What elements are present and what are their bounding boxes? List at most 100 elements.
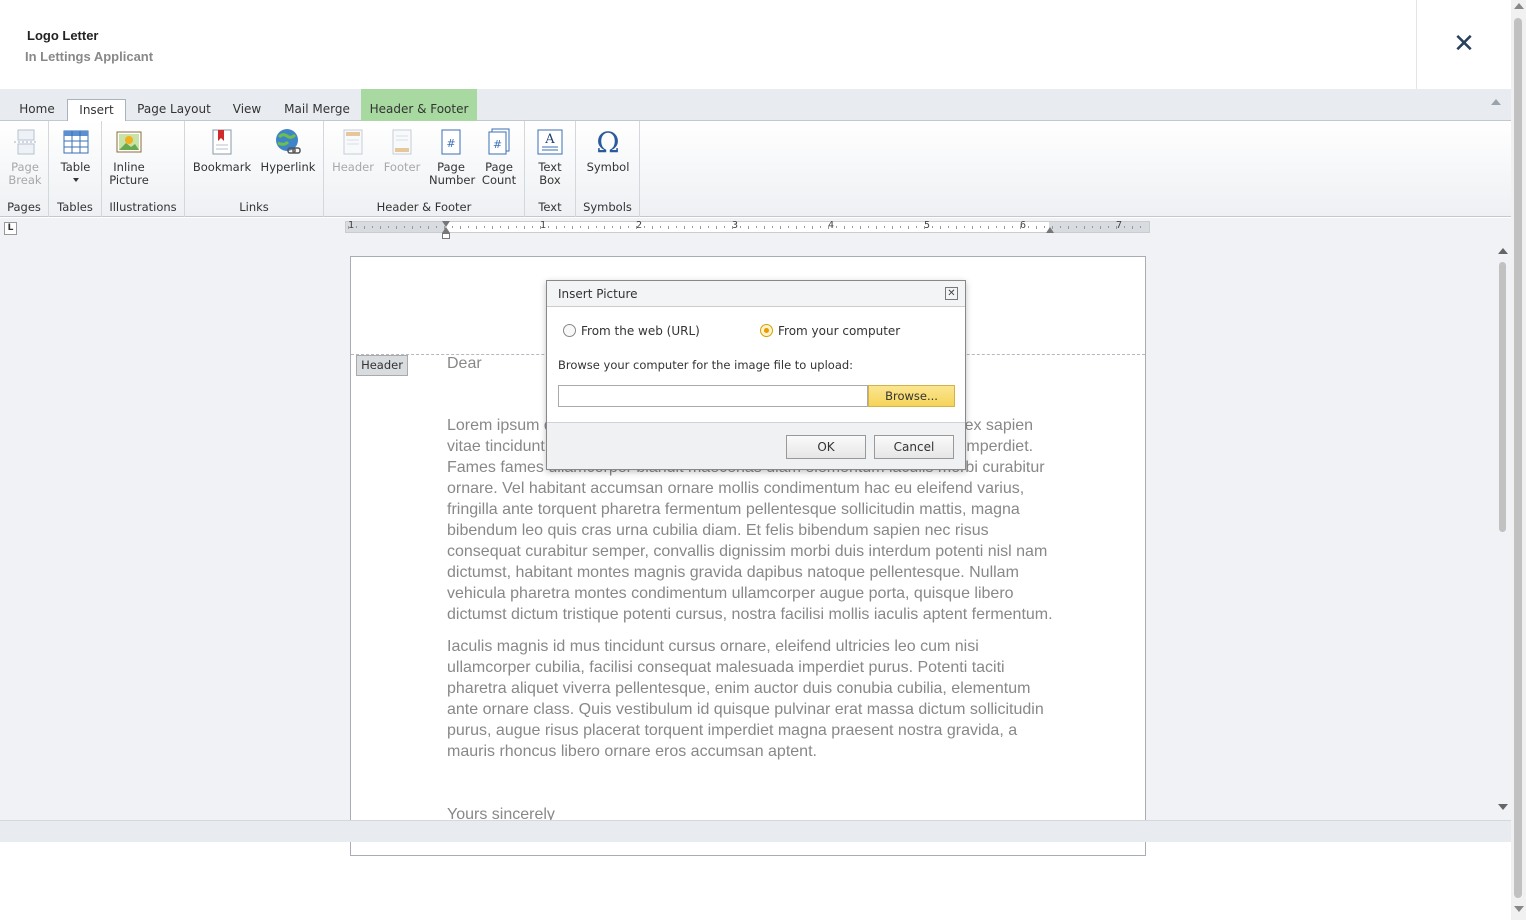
tab-view[interactable]: View [226, 99, 268, 121]
dialog-title-bar[interactable]: Insert Picture ✕ [547, 281, 965, 307]
bookmark-button[interactable]: Bookmark [192, 127, 252, 174]
ruler-tick [1004, 226, 1005, 229]
tab-mail-merge[interactable]: Mail Merge [278, 99, 356, 121]
tab-page-layout[interactable]: Page Layout [132, 99, 216, 121]
group-header-footer: Header Footer # Page Number # Page Count… [324, 121, 525, 217]
group-tables: Table Tables [49, 121, 102, 217]
ruler-tick [412, 226, 413, 229]
cancel-button[interactable]: Cancel [874, 435, 954, 459]
ruler-tick [396, 226, 397, 229]
scroll-down-icon[interactable] [1514, 906, 1524, 912]
close-icon[interactable]: ✕ [1450, 28, 1478, 60]
file-path-input[interactable] [558, 385, 868, 407]
title-bar: Logo Letter In Lettings Applicant ✕ [0, 0, 1511, 89]
ruler-tick [1020, 226, 1021, 229]
horizontal-ruler[interactable]: 1 1 2 3 4 5 6 7 [345, 220, 1150, 233]
ruler-tick [908, 226, 909, 229]
ruler-tick [1084, 226, 1085, 229]
footer-button[interactable]: Footer [378, 127, 426, 174]
ruler-tick [516, 226, 517, 228]
ruler-tick [404, 226, 405, 228]
scroll-down-icon[interactable] [1498, 804, 1508, 810]
scroll-up-icon[interactable] [1514, 3, 1524, 9]
ruler-tick [356, 226, 357, 228]
group-symbols-label: Symbols [583, 200, 632, 214]
inline-picture-button[interactable]: Inline Picture [107, 127, 151, 187]
tab-header-footer[interactable]: Header & Footer [361, 89, 477, 121]
close-icon[interactable]: ✕ [945, 287, 958, 300]
ruler-tick [348, 226, 349, 229]
ruler-tick [652, 226, 653, 229]
collapse-ribbon-icon[interactable] [1491, 99, 1501, 107]
header-button[interactable]: Header [329, 127, 377, 174]
footer-icon [392, 129, 412, 155]
radio-button[interactable] [563, 324, 576, 337]
text-box-button[interactable]: A Text Box [530, 127, 570, 187]
ruler-tick [836, 226, 837, 228]
ruler-tick [924, 226, 925, 229]
radio-from-web[interactable]: From the web (URL) [563, 324, 700, 338]
ruler-tick [948, 226, 949, 228]
page-scrollbar[interactable] [1511, 0, 1526, 920]
ruler-tick [1068, 226, 1069, 229]
ruler-tick [748, 226, 749, 229]
document-subtitle: In Lettings Applicant [25, 49, 154, 64]
ruler-tick [428, 226, 429, 229]
ruler-tick [588, 226, 589, 229]
ok-button[interactable]: OK [786, 435, 866, 459]
body-paragraph-2: Iaculis magnis id mus tincidunt cursus o… [447, 638, 1044, 760]
hyperlink-label: Hyperlink [260, 160, 316, 174]
group-pages: Page Break Pages [0, 121, 49, 217]
ruler-tick [580, 226, 581, 228]
radio-from-computer-label: From your computer [778, 324, 901, 338]
ruler-tick [564, 226, 565, 228]
group-links: Bookmark Hyperlink Links [185, 121, 324, 217]
svg-text:Ω: Ω [596, 127, 619, 157]
document-scrollbar[interactable] [1495, 240, 1511, 820]
svg-text:#: # [493, 138, 502, 151]
browse-button[interactable]: Browse... [868, 385, 955, 407]
ruler-tick [612, 226, 613, 228]
ruler-tick [884, 226, 885, 228]
page-count-button[interactable]: # Page Count [476, 127, 522, 187]
ruler-tick [492, 226, 493, 229]
tab-stop-selector[interactable]: L [4, 222, 17, 235]
document-title: Logo Letter [27, 28, 99, 43]
group-illustrations-label: Illustrations [109, 200, 177, 214]
svg-text:#: # [446, 137, 455, 150]
ruler-tick [1108, 226, 1109, 228]
ruler-tick [420, 226, 421, 228]
first-line-indent-marker[interactable] [442, 233, 450, 239]
symbol-button[interactable]: Ω Symbol [581, 127, 635, 174]
hyperlink-button[interactable]: Hyperlink [259, 127, 317, 174]
radio-button-selected[interactable] [760, 324, 773, 337]
tab-insert[interactable]: Insert [67, 99, 126, 122]
ruler-tick [1012, 226, 1013, 228]
radio-from-computer[interactable]: From your computer [760, 324, 900, 338]
ruler-tick [548, 226, 549, 228]
table-button[interactable]: Table [54, 127, 97, 182]
ruler-tick [1060, 226, 1061, 228]
ruler-tick [372, 226, 373, 228]
ruler-tick [500, 226, 501, 228]
ruler-tick [756, 226, 757, 228]
symbol-label: Symbol [586, 160, 630, 174]
text-box-label: Text Box [538, 160, 562, 187]
scroll-thumb[interactable] [1514, 18, 1522, 898]
scroll-up-icon[interactable] [1498, 248, 1508, 254]
scroll-thumb[interactable] [1499, 262, 1506, 532]
page-break-button[interactable]: Page Break [4, 127, 46, 187]
ruler-tick [900, 226, 901, 228]
page-number-button[interactable]: # Page Number [427, 127, 475, 187]
ribbon-body: Page Break Pages Table Tables Inline Pic… [0, 121, 1511, 217]
omega-icon: Ω [596, 127, 619, 157]
ruler-tick [436, 226, 437, 228]
ruler-tick [1044, 226, 1045, 228]
ruler-tick [932, 226, 933, 228]
ruler-tick [764, 226, 765, 229]
ruler-tick [804, 226, 805, 228]
ruler-tick [700, 226, 701, 229]
ruler-tick [380, 226, 381, 229]
page-number-label: Page Number [429, 160, 476, 187]
tab-home[interactable]: Home [12, 99, 62, 121]
